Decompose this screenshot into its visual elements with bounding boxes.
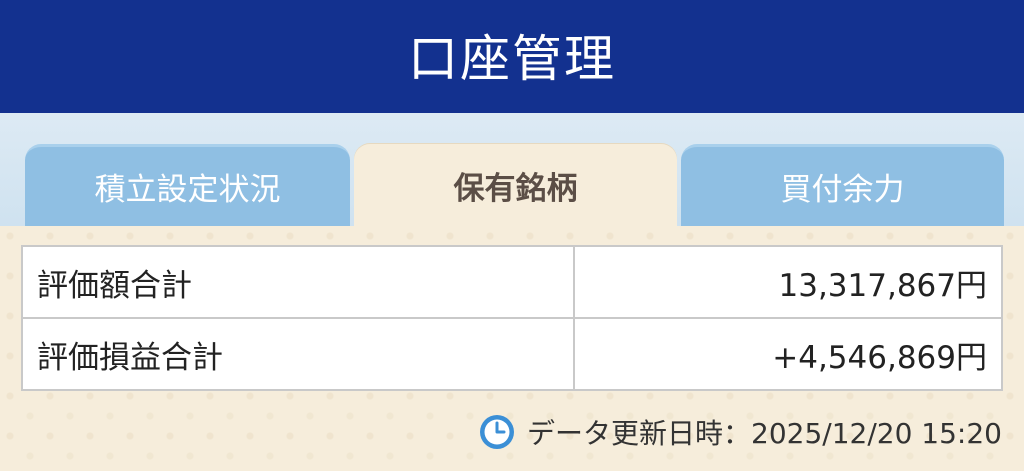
tab-label: 買付余力 xyxy=(780,172,905,208)
total-valuation-value: 13,317,867円 xyxy=(573,245,1003,319)
page-title: 口座管理 xyxy=(408,29,616,88)
data-updated-info: データ更新日時：2025/12/20 15:20 xyxy=(479,412,1002,452)
app-header: 口座管理 xyxy=(0,0,1024,113)
total-valuation-label: 評価額合計 xyxy=(21,245,575,319)
tab-holdings[interactable]: 保有銘柄 xyxy=(354,144,677,226)
summary-table: 評価額合計 13,317,867円 評価損益合計 +4,546,869円 xyxy=(21,245,1003,391)
table-row: 評価損益合計 +4,546,869円 xyxy=(21,317,1003,391)
data-updated-text: データ更新日時：2025/12/20 15:20 xyxy=(527,417,1002,450)
total-profit-value: +4,546,869円 xyxy=(573,317,1003,391)
tab-label: 保有銘柄 xyxy=(453,170,578,207)
tab-label: 積立設定状況 xyxy=(94,172,281,208)
tab-buying-power[interactable]: 買付余力 xyxy=(681,144,1004,226)
total-profit-label: 評価損益合計 xyxy=(21,317,575,391)
tab-savings-settings[interactable]: 積立設定状況 xyxy=(25,144,350,226)
table-row: 評価額合計 13,317,867円 xyxy=(21,245,1003,319)
clock-icon xyxy=(480,415,515,449)
